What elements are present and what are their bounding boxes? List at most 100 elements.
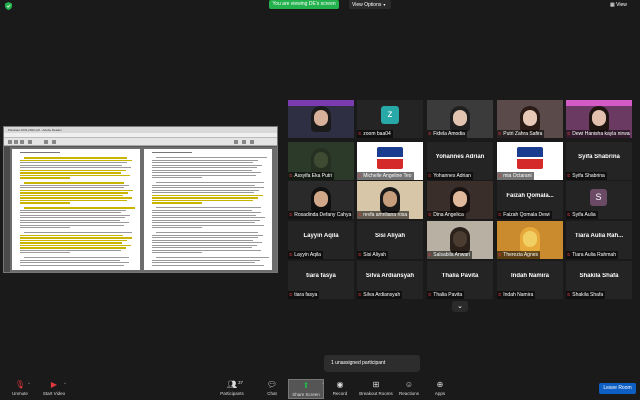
participant-display-name: Faizah Qomala... [506, 193, 554, 199]
participant-nameplate: ⦸ Fidela Amodia [427, 130, 467, 138]
participant-nameplate: ⦸ Layyin Aqila [288, 251, 323, 259]
participant-tile-putri[interactable]: ⦸ Putri Zahra Safira [497, 100, 563, 138]
participant-tile-mia[interactable]: ⦸ mia Octarani [497, 142, 563, 180]
chat-button[interactable]: 💬︎ Chat [254, 379, 290, 399]
chevron-down-icon: ▾ [383, 2, 386, 7]
participant-tile-dewi[interactable]: ⦸ Dewi Hanisha kayla nirwana [566, 100, 632, 138]
view-label: View [616, 2, 627, 8]
participant-nameplate: ⦸ Yohannes Adrian [427, 172, 473, 180]
pdf-text-line [24, 207, 135, 209]
participant-display-name: Thalia Pavita [441, 273, 479, 279]
participant-name: Faizah Qomala Dewi [503, 212, 550, 218]
pdf-text-line [20, 217, 125, 218]
participant-tile-tiarafasya[interactable]: tiara fasya ⦸ tiara fasya [288, 261, 354, 299]
participant-tile-tiara[interactable]: Tiara Aulia Rah... ⦸ Tiara Aulia Rahmah [566, 221, 632, 259]
participant-tile-host[interactable] [288, 100, 354, 138]
shared-screen[interactable]: Panduan-KKN-2022.pdf - Adobe Reader [3, 126, 278, 273]
participant-nameplate: ⦸ Dina Angelica [427, 211, 466, 219]
pdf-text-line [152, 219, 260, 221]
participant-tile-syifa[interactable]: Syifa Shabrina ⦸ Syifa Shabrina [566, 142, 632, 180]
pdf-toolbar [4, 138, 277, 146]
view-button[interactable]: ▦ View [610, 2, 634, 9]
pdf-text-line [20, 177, 70, 179]
audio-options-caret[interactable]: ^ [28, 381, 30, 386]
participant-name: Indah Namira [503, 292, 534, 298]
pdf-text-line [152, 164, 262, 166]
participant-tile-revfa[interactable]: ⦸ revfa amriliana rosa [357, 181, 423, 219]
pdf-text-line [20, 234, 123, 236]
participants-icon: 👥︎ [226, 380, 238, 389]
participant-tile-yohannes[interactable]: Yohannes Adrian ⦸ Yohannes Adrian [427, 142, 493, 180]
pdf-text-line [156, 207, 261, 208]
breakout-rooms-button[interactable]: ⊞ Breakout Rooms [358, 379, 394, 399]
participant-name: Dina Angelica [433, 212, 464, 218]
sharing-status: You are viewing DE's screen [269, 0, 339, 9]
pdf-text-line [152, 242, 262, 243]
pdf-text-line [20, 252, 70, 253]
pdf-side-panel [4, 147, 10, 272]
record-button[interactable]: ◉ Record [322, 379, 358, 399]
participant-face [453, 110, 467, 126]
pdf-text-line [152, 227, 202, 228]
participant-tile-salsabila[interactable]: ⦸ Salsabila Anwari [427, 221, 493, 259]
participant-tile-faizah[interactable]: Faizah Qomala... ⦸ Faizah Qomala Dewi [497, 181, 563, 219]
participant-display-name: Syifa Shabrina [578, 154, 620, 160]
participant-tile-syifaaulia[interactable]: S ⦸ Syifa Aulia [566, 181, 632, 219]
pdf-text-line [152, 247, 252, 248]
participant-tile-zoom[interactable]: z ⦸ zoom baa04 [357, 100, 423, 138]
view-options-label: View Options [352, 2, 382, 8]
pdf-text-line [152, 159, 258, 161]
pdf-text-line [152, 184, 255, 186]
pdf-document-area [4, 147, 277, 272]
participant-tile-sisi[interactable]: Sisi Aliyah ⦸ Sisi Aliyah [357, 221, 423, 259]
unassigned-participant-notice[interactable]: 1 unassigned participant [324, 355, 420, 372]
microphone-muted-icon: ⦸ [498, 173, 502, 179]
participant-name: Putri Zahra Safira [503, 131, 543, 137]
view-options-button[interactable]: View Options ▾ [349, 0, 391, 9]
participant-nameplate: ⦸ Putri Zahra Safira [497, 130, 545, 138]
gallery-next-page-button[interactable]: ⌄ [452, 301, 468, 312]
participant-tile-michelle[interactable]: ⦸ Michelle Angeline Teo [357, 142, 423, 180]
pdf-text-line [152, 264, 264, 266]
participant-name: Shakila Shafa [572, 292, 604, 298]
participant-nameplate: ⦸ Rosadinda Defany Cahya [288, 211, 352, 219]
pdf-text-line [20, 242, 122, 244]
apps-button[interactable]: ⊕ Apps [422, 379, 458, 399]
pdf-text-line [152, 209, 252, 211]
participant-name: Fidela Amodia [433, 131, 465, 137]
microphone-muted-icon: ⦸ [289, 252, 293, 258]
participant-name: mia Octarani [503, 173, 532, 179]
leave-room-button[interactable]: Leave Room [599, 383, 636, 394]
pdf-text-line [20, 197, 132, 199]
logo-image [517, 147, 543, 169]
pdf-text-line [152, 177, 202, 178]
participant-tile-indah[interactable]: Indah Namira ⦸ Indah Namira [497, 261, 563, 299]
unmute-button[interactable]: 🎙︎ Unmute [2, 379, 38, 399]
shield-icon[interactable] [5, 2, 12, 10]
participant-tile-fidela[interactable]: ⦸ Fidela Amodia [427, 100, 493, 138]
participant-tile-thalia[interactable]: Thalia Pavita ⦸ Thalia Pavita [427, 261, 493, 299]
participant-name: Thalia Pavita [433, 292, 463, 298]
participant-tile-therezia[interactable]: ⦸ Therezia Agnes [497, 221, 563, 259]
participant-tile-silva[interactable]: Silva Ardiansyah ⦸ Silva Ardiansyah [357, 261, 423, 299]
microphone-muted-icon: ⦸ [567, 252, 571, 258]
microphone-muted-icon: ⦸ [358, 252, 362, 258]
pdf-text-line [24, 257, 129, 258]
participant-tile-layyin[interactable]: Layyin Aqila ⦸ Layyin Aqila [288, 221, 354, 259]
participant-tile-rosadinda[interactable]: ⦸ Rosadinda Defany Cahya [288, 181, 354, 219]
video-options-caret[interactable]: ^ [64, 381, 66, 386]
microphone-muted-icon: ⦸ [358, 212, 362, 218]
participant-name: Yohannes Adrian [433, 173, 471, 179]
pdf-text-line [152, 249, 261, 251]
microphone-muted-icon: ⦸ [567, 212, 571, 218]
pdf-text-line [152, 197, 258, 199]
share-screen-button[interactable]: ⬆ Share Screen [288, 379, 324, 399]
participant-tile-shakila[interactable]: Shakila Shafa ⦸ Shakila Shafa [566, 261, 632, 299]
participants-button[interactable]: 👥︎ Participants [214, 379, 250, 399]
pdf-text-line [20, 227, 70, 228]
pdf-text-line [20, 189, 133, 191]
participant-display-name: Silva Ardiansyah [365, 273, 415, 279]
participant-tile-assyifa[interactable]: ⦸ Assyifa Eka Putri [288, 142, 354, 180]
start-video-button[interactable]: ▶ Start Video [36, 379, 72, 399]
participant-tile-dina[interactable]: ⦸ Dina Angelica [427, 181, 493, 219]
